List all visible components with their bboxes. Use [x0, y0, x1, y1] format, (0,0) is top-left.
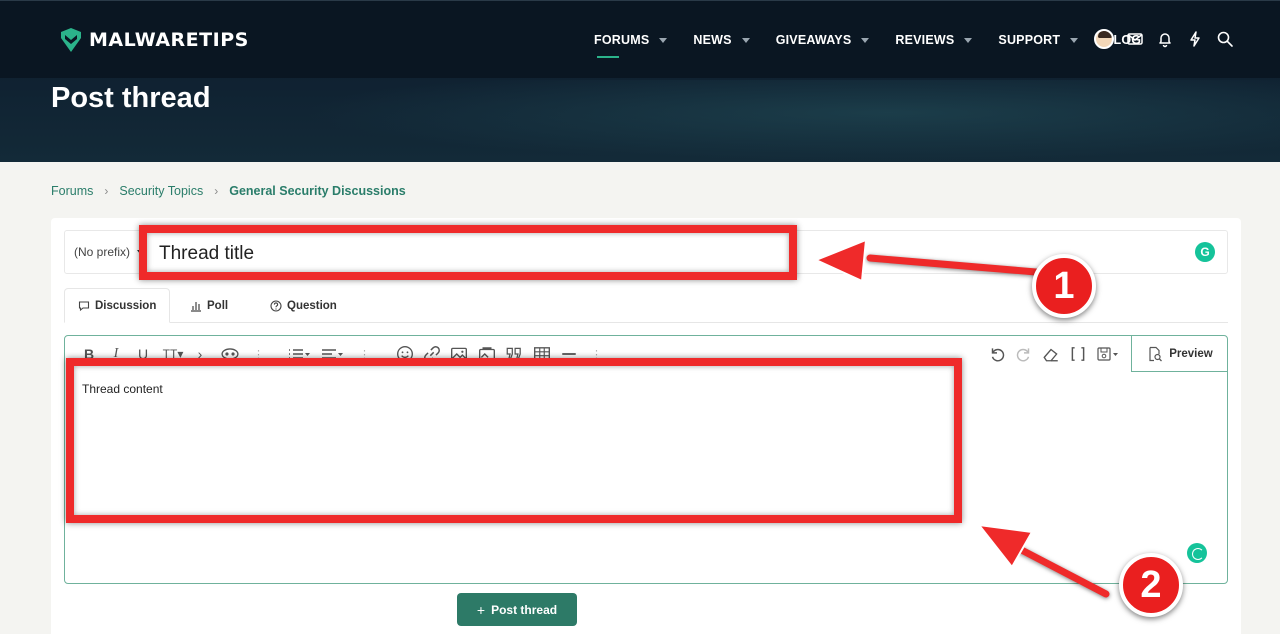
redo-icon[interactable] — [1015, 345, 1033, 363]
nav-giveaways[interactable]: GIVEAWAYS — [776, 1, 870, 79]
post-thread-label: Post thread — [491, 602, 558, 617]
bell-icon[interactable] — [1156, 30, 1174, 48]
eraser-icon[interactable] — [1042, 345, 1060, 363]
nav-reviews[interactable]: REVIEWS — [895, 1, 973, 79]
site-header: MALWARETIPS FORUMS NEWS GIVEAWAYS REVIEW… — [0, 0, 1280, 162]
mail-icon[interactable] — [1126, 30, 1144, 48]
plus-icon: + — [476, 601, 486, 618]
top-navbar: MALWARETIPS FORUMS NEWS GIVEAWAYS REVIEW… — [0, 0, 1280, 78]
annotation-box-content — [66, 358, 962, 523]
chevron-down-icon — [741, 37, 750, 43]
nav-icon-group — [1094, 29, 1234, 49]
chevron-down-icon — [1070, 37, 1079, 43]
annotation-box-title — [139, 225, 797, 280]
preview-icon — [1149, 346, 1163, 361]
tab-discussion-label: Discussion — [95, 299, 157, 312]
logo-icon — [61, 28, 81, 52]
annotation-marker-1: 1 — [1032, 254, 1096, 318]
preview-button[interactable]: Preview — [1131, 336, 1228, 372]
tab-poll-label: Poll — [207, 299, 229, 312]
nav-support[interactable]: SUPPORT — [998, 1, 1079, 79]
post-thread-button[interactable]: + Post thread — [457, 593, 577, 626]
avatar[interactable] — [1094, 29, 1114, 49]
breadcrumb-general-security-discussions[interactable]: General Security Discussions — [229, 184, 405, 198]
tab-question[interactable]: Question — [257, 288, 350, 323]
grammarly-icon[interactable]: G — [1195, 242, 1215, 262]
bbcode-icon[interactable] — [1069, 345, 1087, 363]
prefix-label: (No prefix) — [74, 245, 131, 259]
search-icon[interactable] — [1216, 30, 1234, 48]
nav-reviews-label: REVIEWS — [895, 33, 955, 47]
chevron-down-icon — [659, 37, 668, 43]
undo-icon[interactable] — [988, 345, 1006, 363]
chevron-down-icon — [964, 37, 973, 43]
tab-question-label: Question — [287, 299, 337, 312]
annotation-marker-2: 2 — [1119, 553, 1183, 617]
nav-forums[interactable]: FORUMS — [594, 1, 668, 79]
nav-news[interactable]: NEWS — [693, 1, 750, 79]
prefix-select[interactable]: (No prefix) — [74, 245, 144, 259]
logo-text: MALWARETIPS — [89, 29, 249, 51]
nav-support-label: SUPPORT — [998, 33, 1061, 47]
site-logo[interactable]: MALWARETIPS — [59, 28, 249, 52]
nav-giveaways-label: GIVEAWAYS — [775, 33, 852, 47]
tab-discussion[interactable]: Discussion — [64, 288, 171, 323]
page-title: Post thread — [51, 82, 211, 114]
breadcrumb-forums[interactable]: Forums — [51, 184, 93, 198]
save-draft-icon[interactable] — [1096, 345, 1120, 363]
chevron-right-icon: › — [214, 184, 219, 198]
breadcrumb-security-topics[interactable]: Security Topics — [119, 184, 203, 198]
chevron-right-icon: › — [104, 184, 109, 198]
main-nav: FORUMS NEWS GIVEAWAYS REVIEWS SUPPORT BL… — [594, 1, 1167, 79]
preview-label: Preview — [1169, 347, 1213, 360]
grammarly-loading-icon — [1187, 543, 1207, 563]
question-circle-icon — [270, 299, 282, 312]
tab-poll[interactable]: Poll — [177, 288, 241, 323]
bar-chart-icon — [191, 301, 201, 312]
breadcrumb: Forums › Security Topics › General Secur… — [51, 184, 406, 198]
lightning-icon[interactable] — [1186, 30, 1204, 48]
nav-forums-label: FORUMS — [594, 33, 650, 47]
nav-news-label: NEWS — [693, 33, 732, 47]
chevron-down-icon — [861, 37, 870, 43]
chat-icon — [78, 300, 90, 311]
